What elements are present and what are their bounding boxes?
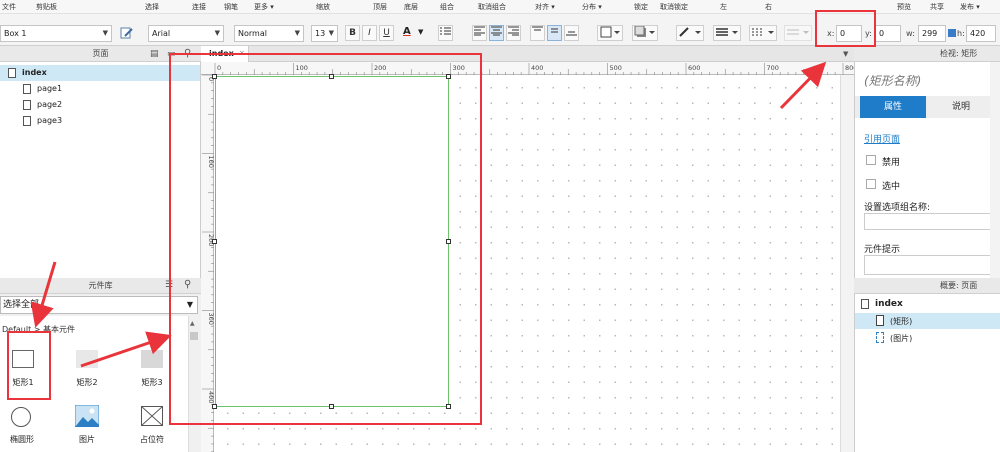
arrow-to-canvas	[80, 331, 172, 368]
arrow-to-position	[779, 61, 827, 110]
annotation-arrows	[30, 61, 827, 368]
arrow-to-widget	[30, 261, 57, 328]
